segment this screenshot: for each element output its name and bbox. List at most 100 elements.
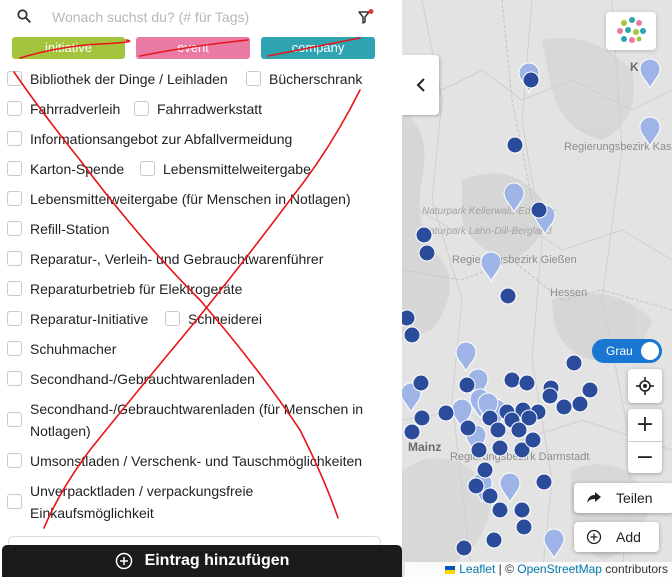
category-item[interactable]: Schneiderei <box>165 308 275 328</box>
category-label: Karton-Spende <box>30 161 125 177</box>
map-marker-light[interactable] <box>503 182 525 214</box>
map-marker-dot[interactable] <box>565 354 583 372</box>
category-item[interactable]: Bücherschrank <box>246 68 386 88</box>
add-map-label: Add <box>616 529 641 545</box>
map-marker-light[interactable] <box>639 116 661 148</box>
map-marker-dot[interactable] <box>476 461 494 479</box>
map-marker-dot[interactable] <box>535 473 553 491</box>
category-checkbox[interactable] <box>165 311 180 326</box>
map-marker-dot[interactable] <box>503 371 521 389</box>
category-checkbox[interactable] <box>7 371 22 386</box>
osm-link[interactable]: OpenStreetMap <box>517 562 602 576</box>
category-item[interactable]: Bibliothek der Dinge / Leihladen <box>7 68 237 88</box>
grey-map-toggle[interactable]: Grau <box>592 339 662 363</box>
category-item[interactable]: Fahrradverleih <box>7 98 127 118</box>
category-item[interactable]: Karton-Spende <box>7 158 127 178</box>
map-marker-dot[interactable] <box>555 398 573 416</box>
category-checkbox[interactable] <box>7 71 22 86</box>
category-item[interactable]: Umsonstladen / Verschenk- und Tauschmögl… <box>7 450 367 470</box>
map-marker-dot[interactable] <box>437 404 455 422</box>
zoom-out-button[interactable]: − <box>628 441 662 473</box>
map-marker-dot[interactable] <box>402 309 416 327</box>
map-marker-dot[interactable] <box>481 487 499 505</box>
add-entry-button[interactable]: Eintrag hinzufügen <box>2 545 402 577</box>
map-marker-dot[interactable] <box>510 421 528 439</box>
category-checkbox[interactable] <box>7 131 22 146</box>
category-checkbox[interactable] <box>140 161 155 176</box>
locate-button[interactable] <box>628 369 662 403</box>
category-checkbox[interactable] <box>134 101 149 116</box>
leaflet-link[interactable]: Leaflet <box>459 562 495 576</box>
category-item[interactable]: Reparatur-, Verleih- und Gebrauchtwarenf… <box>7 248 337 268</box>
share-button[interactable]: Teilen <box>574 483 672 513</box>
category-checkbox[interactable] <box>7 221 22 236</box>
filter-icon[interactable] <box>357 8 375 26</box>
map-marker-dot[interactable] <box>413 409 431 427</box>
map-marker-dot[interactable] <box>489 421 507 439</box>
map-marker-dot[interactable] <box>458 376 476 394</box>
category-item[interactable]: Secondhand-/Gebrauchtwarenladen (für Men… <box>7 398 382 442</box>
map-marker-dot[interactable] <box>515 518 533 536</box>
map-marker-dot[interactable] <box>499 287 517 305</box>
map-marker-dot[interactable] <box>571 395 589 413</box>
map-marker-light[interactable] <box>455 341 477 373</box>
map-marker-dot[interactable] <box>491 501 509 519</box>
category-checkbox[interactable] <box>7 191 22 206</box>
category-item[interactable]: Reparaturbetrieb für Elektrogeräte <box>7 278 267 298</box>
map-marker-dot[interactable] <box>412 374 430 392</box>
category-checkbox[interactable] <box>7 412 22 427</box>
category-checkbox[interactable] <box>7 281 22 296</box>
category-item[interactable]: Informationsangebot zur Abfallvermeidung <box>7 128 307 148</box>
category-item[interactable]: Fahrradwerkstatt <box>134 98 274 118</box>
map-marker-dot[interactable] <box>403 423 421 441</box>
category-checkbox[interactable] <box>7 341 22 356</box>
map-marker-dot[interactable] <box>403 326 421 344</box>
map-marker-dot[interactable] <box>581 381 599 399</box>
category-checkbox[interactable] <box>7 161 22 176</box>
category-checkbox[interactable] <box>7 453 22 468</box>
type-button-initiative[interactable]: initiative <box>12 37 125 59</box>
category-item[interactable]: Reparatur-Initiative <box>7 308 157 328</box>
add-map-button[interactable]: Add <box>574 522 659 552</box>
category-item[interactable]: Schuhmacher <box>7 338 127 358</box>
map[interactable]: Regierungsbezirk Kassel Naturpark Keller… <box>402 0 672 577</box>
map-marker-dot[interactable] <box>491 439 509 457</box>
crosshair-icon <box>636 377 654 395</box>
app-logo[interactable] <box>606 12 656 50</box>
map-marker-dot[interactable] <box>513 501 531 519</box>
zoom-in-button[interactable]: + <box>628 409 662 441</box>
category-item[interactable]: Refill-Station <box>7 218 127 238</box>
map-marker-light[interactable] <box>480 251 502 283</box>
map-marker-dot[interactable] <box>530 201 548 219</box>
category-checkbox[interactable] <box>7 101 22 116</box>
map-marker-dot[interactable] <box>418 244 436 262</box>
category-checkbox[interactable] <box>7 311 22 326</box>
type-button-company[interactable]: company <box>261 37 375 59</box>
map-marker-dot[interactable] <box>467 477 485 495</box>
map-marker-dot[interactable] <box>541 387 559 405</box>
map-marker-light[interactable] <box>499 472 521 504</box>
category-item[interactable]: Secondhand-/Gebrauchtwarenladen <box>7 368 267 388</box>
toggle-knob <box>641 342 659 360</box>
map-marker-dot[interactable] <box>485 531 503 549</box>
map-marker-light[interactable] <box>639 58 661 90</box>
collapse-panel-button[interactable] <box>402 55 439 115</box>
category-item[interactable]: Unverpacktladen / verpackungsfreie Einka… <box>7 480 382 524</box>
map-marker-dot[interactable] <box>506 136 524 154</box>
category-label: Reparatur-, Verleih- und Gebrauchtwarenf… <box>30 251 324 267</box>
map-marker-light[interactable] <box>543 528 565 560</box>
map-marker-dot[interactable] <box>470 441 488 459</box>
map-marker-dot[interactable] <box>522 71 540 89</box>
map-marker-dot[interactable] <box>415 226 433 244</box>
category-checkbox[interactable] <box>7 251 22 266</box>
category-item[interactable]: Lebensmittelweitergabe <box>140 158 320 178</box>
map-marker-dot[interactable] <box>459 419 477 437</box>
category-checkbox[interactable] <box>7 494 22 509</box>
type-button-event[interactable]: event <box>136 37 250 59</box>
map-marker-dot[interactable] <box>518 374 536 392</box>
search-input[interactable] <box>52 6 342 28</box>
category-checkbox[interactable] <box>246 71 261 86</box>
map-marker-dot[interactable] <box>455 539 473 557</box>
category-item[interactable]: Lebensmittelweitergabe (für Menschen in … <box>7 188 367 208</box>
map-marker-dot[interactable] <box>524 431 542 449</box>
